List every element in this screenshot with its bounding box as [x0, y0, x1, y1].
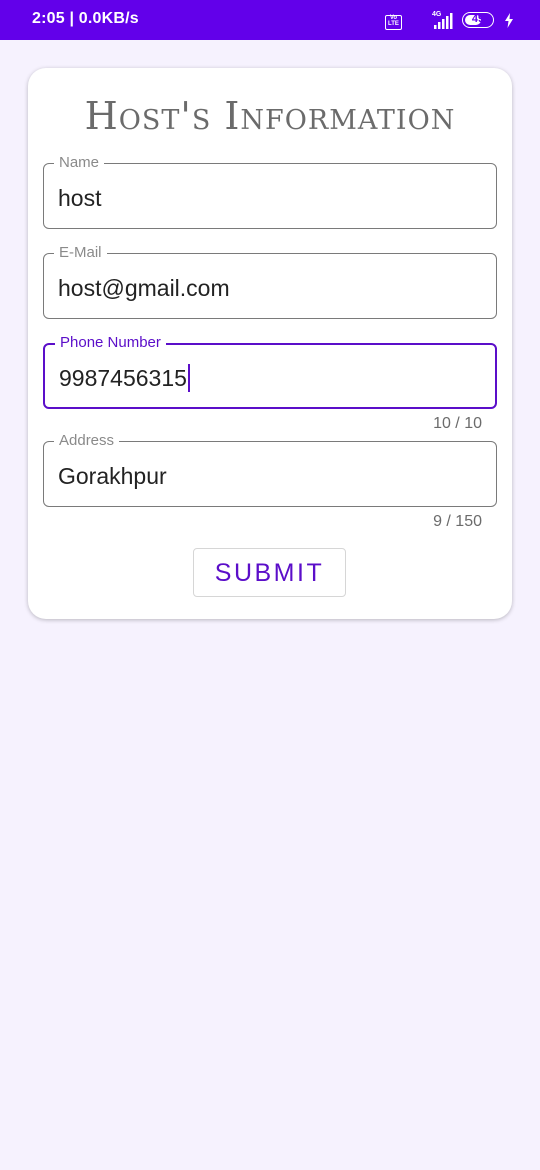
status-icons: Vo LTE 4G 49: [374, 9, 514, 33]
page-title: Host's Information: [84, 94, 456, 138]
email-field[interactable]: E-Mail host@gmail.com: [43, 243, 497, 319]
signal-icon: 4G: [432, 11, 453, 29]
charging-icon: [505, 13, 513, 28]
email-field-label: E-Mail: [54, 243, 107, 263]
phone-number-field[interactable]: Phone Number 9987456315: [43, 333, 497, 409]
name-field-label: Name: [54, 153, 105, 173]
battery-level: 49: [471, 13, 485, 25]
address-field[interactable]: Address Gorakhpur: [43, 431, 497, 507]
volte-icon: Vo LTE: [385, 15, 402, 30]
status-time-speed: 2:05 | 0.0KB/s: [32, 10, 139, 27]
address-counter: 9 / 150: [433, 513, 482, 530]
submit-button[interactable]: SUBMIT: [193, 548, 346, 597]
network-type-label: 4G: [432, 11, 442, 18]
status-bar: 2:05 | 0.0KB/s Vo LTE 4G 49: [0, 0, 540, 40]
name-field[interactable]: Name host: [43, 153, 497, 229]
address-field-value: Gorakhpur: [58, 463, 167, 489]
battery-icon: 49: [462, 12, 494, 28]
phone-number-field-label: Phone Number: [55, 333, 166, 353]
email-field-value: host@gmail.com: [58, 275, 230, 301]
phone-number-field-value: 9987456315: [59, 365, 187, 391]
name-field-value: host: [58, 185, 102, 211]
address-field-label: Address: [54, 431, 120, 451]
text-cursor: [187, 364, 191, 392]
phone-number-field-value-wrap: 9987456315: [59, 364, 191, 392]
phone-number-counter: 10 / 10: [433, 415, 482, 432]
host-info-card: Host's Information Name host E-Mail host…: [28, 68, 512, 619]
